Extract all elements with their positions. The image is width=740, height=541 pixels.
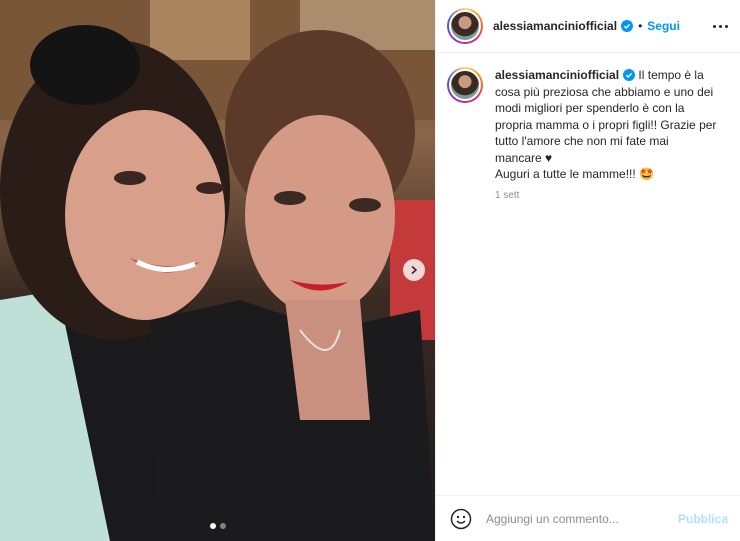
caption-username[interactable]: alessiamanciniofficial xyxy=(495,68,619,82)
comment-composer: Pubblica xyxy=(436,495,740,541)
caption-avatar[interactable] xyxy=(447,67,483,103)
carousel-dot-active xyxy=(209,523,216,529)
caption-text: alessiamanciniofficial Il tempo è la cos… xyxy=(495,67,717,183)
post-header: alessiamanciniofficial • Segui xyxy=(436,0,740,53)
post-sidebar: alessiamanciniofficial • Segui alessiama… xyxy=(435,0,740,541)
post-time[interactable]: 1 sett xyxy=(495,190,728,201)
selfie-photo xyxy=(0,0,435,541)
caption: alessiamanciniofficial Il tempo è la cos… xyxy=(447,67,728,183)
avatar[interactable] xyxy=(447,8,483,44)
carousel-dot xyxy=(219,523,226,529)
follow-button[interactable]: Segui xyxy=(647,19,680,33)
comments-section: alessiamanciniofficial Il tempo è la cos… xyxy=(436,53,740,495)
caption-body-line2: Auguri a tutte le mamme!!! 🤩 xyxy=(495,167,654,181)
carousel-indicator xyxy=(0,523,435,529)
avatar-image xyxy=(449,69,481,101)
verified-badge-icon xyxy=(623,69,636,81)
post-photo[interactable] xyxy=(0,0,435,541)
chevron-right-icon xyxy=(411,265,418,275)
next-slide-button[interactable] xyxy=(403,259,425,281)
separator-dot: • xyxy=(638,19,643,33)
emoji-icon[interactable] xyxy=(450,508,472,530)
verified-badge-icon xyxy=(621,20,634,32)
publish-button[interactable]: Pubblica xyxy=(678,512,728,526)
header-username[interactable]: alessiamanciniofficial xyxy=(493,19,617,33)
instagram-post: alessiamanciniofficial • Segui alessiama… xyxy=(0,0,740,541)
more-options-icon[interactable] xyxy=(713,24,728,28)
comment-input[interactable] xyxy=(486,511,678,526)
avatar-image xyxy=(449,10,481,42)
caption-body: Il tempo è la cosa più preziosa che abbi… xyxy=(495,68,717,165)
